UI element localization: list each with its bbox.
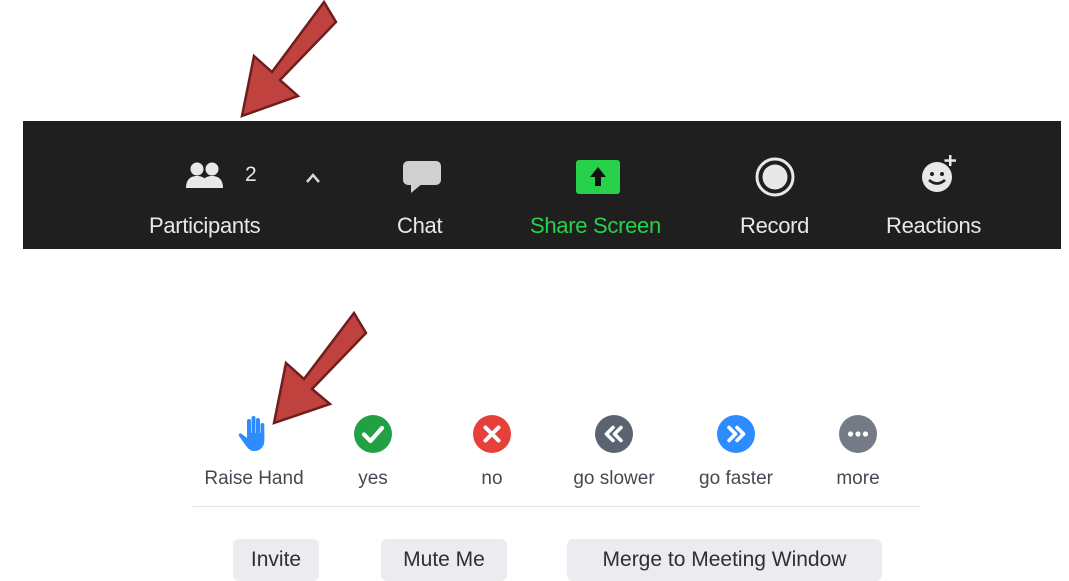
raise-hand-button[interactable]: Raise Hand xyxy=(193,412,315,502)
chat-bubble-icon xyxy=(401,157,443,197)
reactions-label: Reactions xyxy=(886,213,982,238)
participants-options-chevron-up-icon[interactable] xyxy=(305,169,321,189)
double-chevron-right-icon xyxy=(717,415,755,453)
mute-me-button[interactable]: Mute Me xyxy=(381,539,507,581)
record-icon xyxy=(755,157,795,197)
x-icon xyxy=(473,415,511,453)
share-screen-button[interactable]: Share Screen xyxy=(526,121,674,249)
emoji-plus-icon xyxy=(917,153,961,197)
participants-button[interactable]: 2 Participants xyxy=(149,121,273,249)
chat-button[interactable]: Chat xyxy=(389,121,455,249)
reactions-button[interactable]: Reactions xyxy=(883,121,993,249)
merge-to-meeting-window-button[interactable]: Merge to Meeting Window xyxy=(567,539,882,581)
check-icon xyxy=(354,415,392,453)
ellipsis-icon xyxy=(839,415,877,453)
raise-hand-label: Raise Hand xyxy=(204,468,304,489)
record-label: Record xyxy=(740,213,810,238)
annotation-arrow-icon xyxy=(240,0,338,118)
yes-label: yes xyxy=(358,468,388,489)
go-slower-button[interactable]: go slower xyxy=(556,412,672,502)
chat-label: Chat xyxy=(397,213,443,238)
share-screen-label: Share Screen xyxy=(530,213,661,238)
screenshot-stage: 2 Participants Chat Share Screen Record … xyxy=(0,0,1069,581)
share-screen-arrow-icon xyxy=(575,157,621,197)
go-faster-label: go faster xyxy=(699,468,773,489)
no-button[interactable]: no xyxy=(452,412,532,502)
go-faster-button[interactable]: go faster xyxy=(678,412,794,502)
invite-button[interactable]: Invite xyxy=(233,539,319,581)
raise-hand-icon xyxy=(238,416,265,451)
more-label: more xyxy=(836,468,880,489)
participants-icon xyxy=(185,157,225,197)
double-chevron-left-icon xyxy=(595,415,633,453)
more-button[interactable]: more xyxy=(818,412,898,502)
go-slower-label: go slower xyxy=(573,468,655,489)
meeting-toolbar: 2 Participants Chat Share Screen Record … xyxy=(23,121,1061,249)
no-label: no xyxy=(481,468,503,489)
record-button[interactable]: Record xyxy=(735,121,819,249)
participants-label: Participants xyxy=(149,213,261,238)
panel-divider xyxy=(193,506,921,507)
yes-button[interactable]: yes xyxy=(333,412,413,502)
participants-count: 2 xyxy=(245,163,257,186)
